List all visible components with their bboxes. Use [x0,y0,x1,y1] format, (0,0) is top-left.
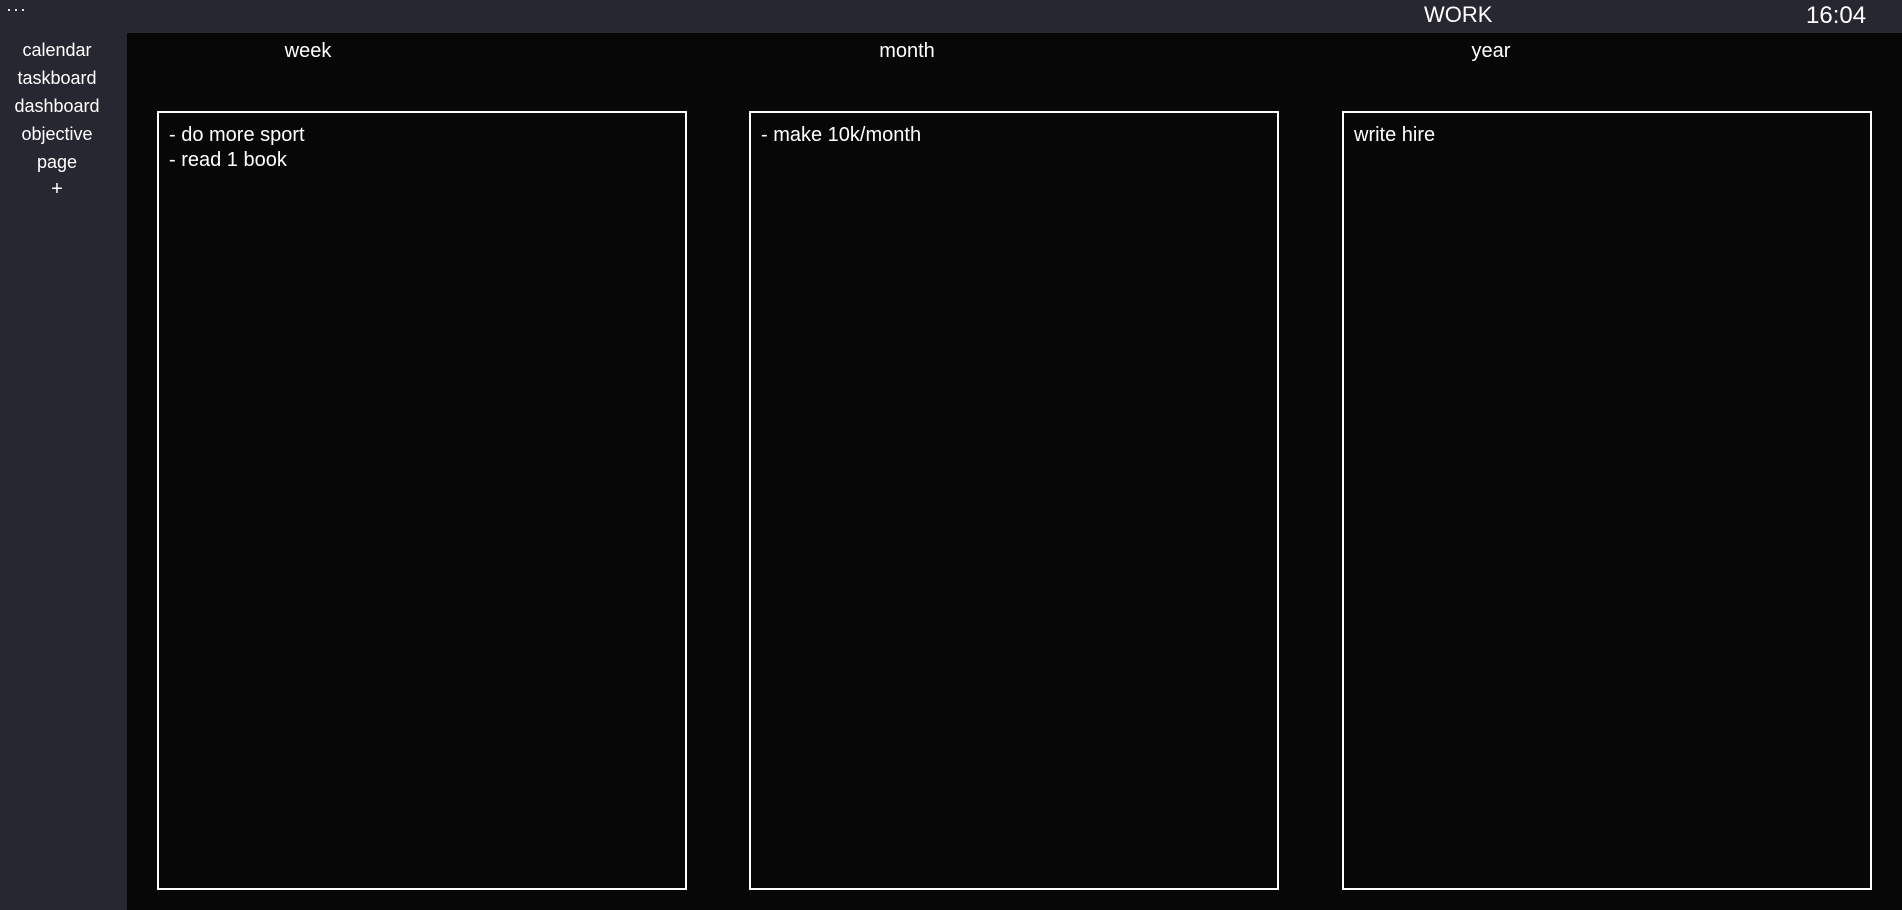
top-bar: ··· WORK 16:04 [0,0,1902,33]
week-objectives-panel[interactable]: - do more sport - read 1 book [157,111,687,890]
clock: 16:04 [1806,2,1867,29]
year-objectives-panel[interactable]: write hire [1342,111,1872,890]
add-page-icon[interactable]: + [0,176,114,202]
objective-line: - do more sport [169,124,305,146]
sidebar-item-calendar[interactable]: calendar [0,36,114,64]
objectives-board: week month year - do more sport - read 1… [127,33,1902,910]
sidebar-item-objective[interactable]: objective [0,120,114,148]
objective-line: write hire [1354,124,1436,146]
sidebar-nav: calendar taskboard dashboard objective p… [0,36,114,202]
column-header-week: week [284,40,332,62]
workspace-title: WORK [1424,2,1493,27]
column-header-year: year [1471,40,1511,62]
sidebar-item-dashboard[interactable]: dashboard [0,92,114,120]
column-header-month: month [879,40,935,62]
sidebar-item-page[interactable]: page [0,148,114,176]
sidebar: calendar taskboard dashboard objective p… [0,33,127,910]
more-menu-icon[interactable]: ··· [6,0,27,18]
sidebar-item-taskboard[interactable]: taskboard [0,64,114,92]
objective-line: - make 10k/month [761,124,922,146]
month-objectives-panel[interactable]: - make 10k/month [749,111,1279,890]
objective-line: - read 1 book [169,149,287,171]
